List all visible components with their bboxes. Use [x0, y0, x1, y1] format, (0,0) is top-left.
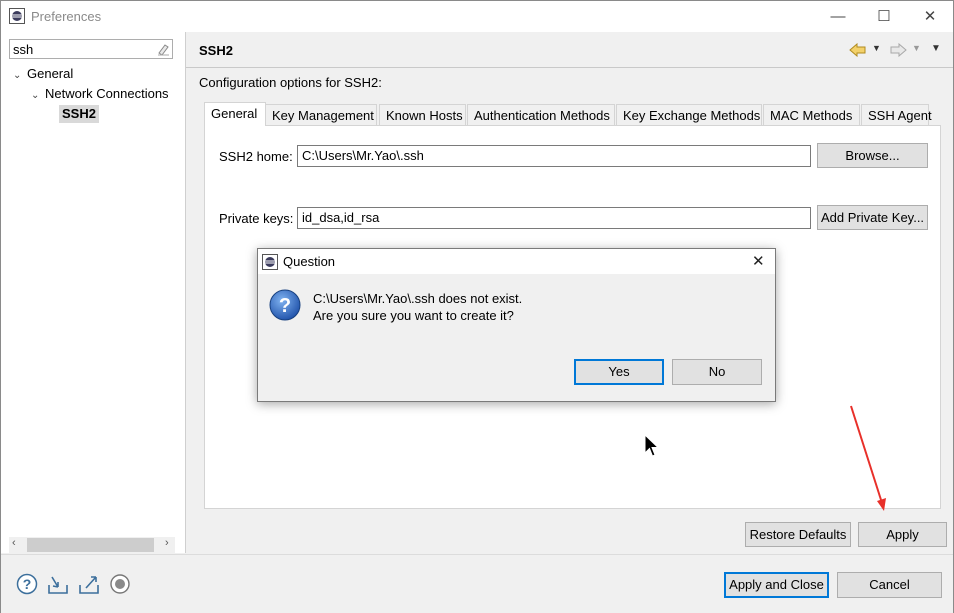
- tab-key-management[interactable]: Key Management: [265, 104, 377, 126]
- tab-ssh-agent[interactable]: SSH Agent: [861, 104, 932, 126]
- maximize-button[interactable]: ☐: [861, 1, 907, 32]
- tab-label: SSH Agent: [868, 108, 932, 123]
- tab-label: Known Hosts: [386, 108, 463, 123]
- preferences-tree-pane: ssh ⌄ General ⌄ Network Connections SSH2 ‹…: [1, 32, 186, 553]
- page-title: SSH2: [199, 43, 233, 58]
- forward-arrow-icon[interactable]: [889, 43, 907, 57]
- svg-text:?: ?: [279, 295, 291, 317]
- scrollbar-thumb[interactable]: [27, 538, 154, 552]
- chevron-down-icon[interactable]: ⌄: [13, 67, 27, 85]
- tree-item-label: Network Connections: [45, 86, 169, 101]
- tab-label: General: [211, 106, 258, 121]
- add-private-key-button[interactable]: Add Private Key...: [817, 205, 928, 230]
- tree-item-label: General: [27, 66, 74, 81]
- close-button[interactable]: ✕: [907, 1, 953, 32]
- export-icon[interactable]: [78, 573, 100, 595]
- browse-button[interactable]: Browse...: [817, 143, 928, 168]
- tree-item-network-connections[interactable]: ⌄ Network Connections: [31, 85, 169, 103]
- question-icon: ?: [269, 289, 301, 321]
- svg-text:?: ?: [23, 576, 32, 592]
- cancel-button[interactable]: Cancel: [837, 572, 942, 598]
- dialog-message: C:\Users\Mr.Yao\.ssh does not exist. Are…: [313, 290, 522, 324]
- help-icon[interactable]: ?: [16, 573, 38, 595]
- private-keys-input[interactable]: id_dsa,id_rsa: [297, 207, 811, 229]
- dialog-title: Question: [283, 254, 336, 269]
- private-keys-label: Private keys:: [219, 211, 294, 226]
- tab-key-exchange-methods[interactable]: Key Exchange Methods: [616, 104, 762, 126]
- page-description: Configuration options for SSH2:: [199, 75, 382, 90]
- ssh2-home-label: SSH2 home:: [219, 149, 293, 164]
- dialog-close-icon[interactable]: ✕: [752, 252, 765, 270]
- tree-item-ssh2[interactable]: SSH2: [59, 105, 99, 123]
- back-menu-icon[interactable]: ▼: [872, 43, 881, 53]
- tab-label: Key Management: [272, 108, 374, 123]
- header-separator: [186, 67, 953, 68]
- window-title: Preferences: [31, 9, 102, 24]
- tab-authentication-methods[interactable]: Authentication Methods: [467, 104, 615, 126]
- tree-item-label: SSH2: [62, 106, 96, 121]
- preferences-window: Preferences — ☐ ✕ ssh ⌄ General ⌄ Network …: [0, 0, 954, 613]
- forward-menu-icon[interactable]: ▼: [912, 43, 921, 53]
- apply-button[interactable]: Apply: [858, 522, 947, 547]
- minimize-button[interactable]: —: [815, 1, 861, 32]
- ssh2-home-input[interactable]: C:\Users\Mr.Yao\.ssh: [297, 145, 811, 167]
- import-icon[interactable]: [47, 573, 69, 595]
- horizontal-scrollbar[interactable]: ‹ ›: [9, 537, 175, 553]
- tab-mac-methods[interactable]: MAC Methods: [763, 104, 860, 126]
- tab-label: MAC Methods: [770, 108, 853, 123]
- eclipse-app-icon: [262, 254, 278, 270]
- tab-label: Key Exchange Methods: [623, 108, 761, 123]
- dialog-message-line1: C:\Users\Mr.Yao\.ssh does not exist.: [313, 291, 523, 306]
- scroll-left-icon[interactable]: ‹: [12, 537, 16, 549]
- eclipse-app-icon: [9, 8, 25, 24]
- record-icon[interactable]: [109, 573, 131, 595]
- tree-item-general[interactable]: ⌄ General: [13, 65, 73, 83]
- question-dialog: Question ✕ ? C:\Users\Mr.Yao\.ssh does n…: [257, 248, 776, 402]
- tab-general[interactable]: General: [204, 102, 266, 126]
- yes-button[interactable]: Yes: [574, 359, 664, 385]
- scroll-right-icon[interactable]: ›: [165, 537, 169, 549]
- view-menu-icon[interactable]: ▼: [931, 43, 941, 54]
- minimize-icon: —: [830, 8, 846, 25]
- maximize-icon: ☐: [877, 8, 891, 25]
- tab-known-hosts[interactable]: Known Hosts: [379, 104, 466, 126]
- apply-and-close-button[interactable]: Apply and Close: [724, 572, 829, 598]
- filter-input-value: ssh: [13, 42, 34, 57]
- chevron-down-icon[interactable]: ⌄: [31, 87, 45, 105]
- mouse-cursor-icon: [644, 434, 660, 457]
- annotation-arrow-icon: [850, 405, 886, 511]
- title-bar: Preferences — ☐ ✕: [1, 1, 953, 32]
- footer-bar: ? Apply and Close Cancel: [1, 554, 953, 613]
- restore-defaults-button[interactable]: Restore Defaults: [745, 522, 851, 547]
- clear-filter-icon[interactable]: [157, 43, 170, 56]
- no-button[interactable]: No: [672, 359, 762, 385]
- filter-input[interactable]: ssh: [9, 39, 173, 59]
- tab-label: Authentication Methods: [474, 108, 610, 123]
- close-icon: ✕: [923, 8, 937, 25]
- dialog-title-bar: Question ✕: [258, 249, 775, 274]
- back-arrow-icon[interactable]: [849, 43, 867, 57]
- dialog-message-line2: Are you sure you want to create it?: [313, 308, 514, 323]
